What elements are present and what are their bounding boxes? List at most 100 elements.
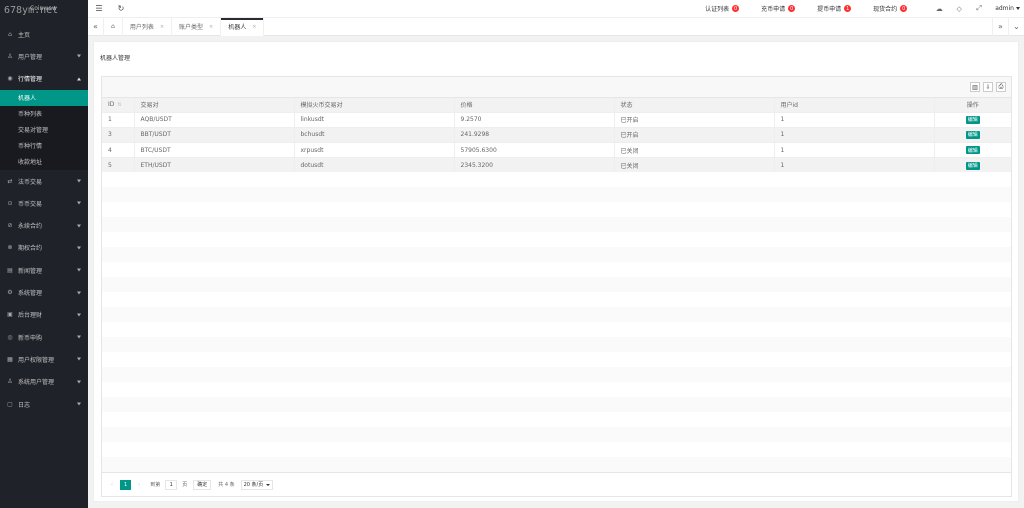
submenu-item-3[interactable]: 币种行情 <box>0 138 88 154</box>
next-page-icon[interactable]: › <box>134 480 144 490</box>
cell-price: 9.2570 <box>454 112 615 128</box>
edit-button[interactable]: 编辑 <box>965 161 980 170</box>
column-header-label: 价格 <box>460 102 473 110</box>
sidebar-item-6[interactable]: ⊗ 期权合约 <box>0 237 88 259</box>
log-icon: ▢ <box>7 400 13 408</box>
sidebar-item-3[interactable]: ⇄ 法币交易 <box>0 170 88 192</box>
tabs-next-icon[interactable]: » <box>992 17 1008 36</box>
tag-icon[interactable]: ◇ <box>949 0 969 18</box>
edit-button[interactable]: 编辑 <box>965 130 980 139</box>
cell-pair: AQB/USDT <box>134 112 295 128</box>
top-link-label: 提币申请 <box>817 6 842 13</box>
tab-1[interactable]: 账户类型 × <box>172 17 222 36</box>
sidebar-item-4[interactable]: ⊙ 币币交易 <box>0 192 88 214</box>
goto-confirm-button[interactable]: 确定 <box>193 479 212 490</box>
export-icon[interactable]: ⇩ <box>983 82 993 92</box>
column-header[interactable]: ID ⇅ <box>102 98 135 113</box>
exchange-icon: ⇄ <box>7 177 13 185</box>
sidebar-item-13[interactable]: ▢ 日志 <box>0 393 88 415</box>
goto-page-input[interactable]: 1 <box>165 479 178 490</box>
current-page[interactable]: 1 <box>120 479 132 490</box>
sidebar-item-11[interactable]: ▦ 用户权限管理 <box>0 348 88 370</box>
sidebar-item-2[interactable]: ◉ 行情管理 <box>0 68 88 90</box>
sidebar-item-0[interactable]: ⌂ 主页 <box>0 23 88 45</box>
logo[interactable]: 678ym.net Coinwow <box>0 0 88 20</box>
sidebar-item-label: 用户权限管理 <box>18 356 55 364</box>
tabs-bar: « ⌂ 用户列表 × 账户类型 × 机器人 × » ⌄ <box>88 17 1024 36</box>
cell-id: 3 <box>102 127 135 144</box>
top-link-0[interactable]: 认证列表 0 <box>705 4 740 13</box>
refresh-icon[interactable]: ↻ <box>110 0 132 18</box>
sidebar-item-7[interactable]: ▤ 新闻管理 <box>0 259 88 281</box>
chevron-up-icon <box>77 77 81 81</box>
sidebar-item-label: 币币交易 <box>18 200 43 208</box>
submenu-item-0[interactable]: 机器人 <box>0 89 88 106</box>
chevron-down-icon <box>77 179 81 183</box>
top-link-3[interactable]: 现货合约 0 <box>873 4 908 13</box>
sidebar-item-10[interactable]: ◎ 新币申购 <box>0 326 88 348</box>
prev-page-icon[interactable]: ‹ <box>107 480 117 490</box>
column-header: 模拟火币交易对 <box>294 98 455 113</box>
sidebar-item-9[interactable]: ▣ 后台理财 <box>0 304 88 326</box>
page-unit: 页 <box>182 482 188 488</box>
page-size-select[interactable]: 20 条/页 <box>240 479 274 490</box>
tab-0[interactable]: 用户列表 × <box>123 17 173 36</box>
tab-label: 机器人 <box>228 24 247 31</box>
table-body: 1 AQB/USDT linkusdt 9.2570 已开启 1 编辑 3 BBT/USDT bc… <box>102 112 1011 174</box>
cell-id: 4 <box>102 142 135 159</box>
cell-id: 1 <box>102 112 135 128</box>
cell-price: 2345.3200 <box>454 157 615 174</box>
cell-status: 已开启 <box>614 112 775 128</box>
total-count: 共 4 条 <box>218 482 235 488</box>
submenu-item-2[interactable]: 交易对管理 <box>0 122 88 138</box>
table-toolbar: ▥ ⇩ ⎙ <box>102 77 1011 98</box>
fullscreen-icon[interactable]: ⤢ <box>969 0 989 18</box>
close-icon[interactable]: × <box>160 24 164 30</box>
cell-action: 编辑 <box>934 142 1011 159</box>
option-icon: ⊗ <box>7 244 13 252</box>
tabs-menu-icon[interactable]: ⌄ <box>1008 17 1024 36</box>
user-menu[interactable]: admin <box>995 5 1020 12</box>
cell-status: 已开启 <box>614 127 775 144</box>
menu-toggle-icon[interactable]: ☰ <box>88 0 110 18</box>
sidebar-menu: ⌂ 主页 ♙ 用户管理 ◉ 行情管理机器人 币种列表 交易对管理 币种行情 收款地址 ⇄ 法币交易 ⊙ 币… <box>0 23 88 415</box>
chevron-down-icon <box>77 54 81 58</box>
top-link-2[interactable]: 提币申请 1 <box>817 4 852 13</box>
sidebar-item-label: 行情管理 <box>18 76 43 84</box>
card-title: 机器人管理 <box>100 54 131 62</box>
sidebar-item-12[interactable]: ♙ 系统用户管理 <box>0 371 88 393</box>
chevron-down-icon <box>77 313 81 317</box>
columns-filter-icon[interactable]: ▥ <box>970 82 980 92</box>
close-icon[interactable]: × <box>252 24 256 30</box>
table-header-row: ID ⇅ 交易对 模拟火币交易对 价格 状态 用户id 操作 <box>102 98 1011 113</box>
column-header: 交易对 <box>134 98 295 113</box>
tabs-prev-icon[interactable]: « <box>88 17 104 36</box>
chevron-down-icon <box>77 357 81 361</box>
home-icon: ⌂ <box>111 23 115 30</box>
sidebar-item-label: 用户管理 <box>18 53 43 61</box>
sort-icon[interactable]: ⇅ <box>117 102 121 108</box>
tab-2[interactable]: 机器人 × <box>221 17 265 36</box>
column-header: 价格 <box>454 98 615 113</box>
sidebar-item-5[interactable]: ⊘ 永续合约 <box>0 214 88 236</box>
tab-home[interactable]: ⌂ <box>104 17 123 36</box>
edit-button[interactable]: 编辑 <box>965 115 980 124</box>
tabs-right: » ⌄ <box>992 17 1024 36</box>
cell-uid: 1 <box>774 157 935 174</box>
submenu-item-4[interactable]: 收款地址 <box>0 154 88 170</box>
goto-label: 到第 <box>150 482 161 488</box>
sidebar-item-1[interactable]: ♙ 用户管理 <box>0 45 88 67</box>
print-icon[interactable]: ⎙ <box>996 82 1006 92</box>
theme-icon[interactable]: ☁ <box>929 0 949 18</box>
top-link-1[interactable]: 充币申请 0 <box>761 4 796 13</box>
edit-button[interactable]: 编辑 <box>965 146 980 155</box>
pagination: ‹ 1 › 到第 1 页 确定 共 4 条 20 条/页 <box>102 472 1011 496</box>
home-icon: ⌂ <box>8 30 12 38</box>
submenu-item-1[interactable]: 币种列表 <box>0 106 88 122</box>
sidebar-item-8[interactable]: ⚙ 系统管理 <box>0 281 88 303</box>
cell-price: 241.9298 <box>454 127 615 144</box>
close-icon[interactable]: × <box>209 24 213 30</box>
chart-icon: ◉ <box>7 75 13 83</box>
cell-pair: BTC/USDT <box>134 142 295 159</box>
column-header-label: 状态 <box>620 102 633 110</box>
